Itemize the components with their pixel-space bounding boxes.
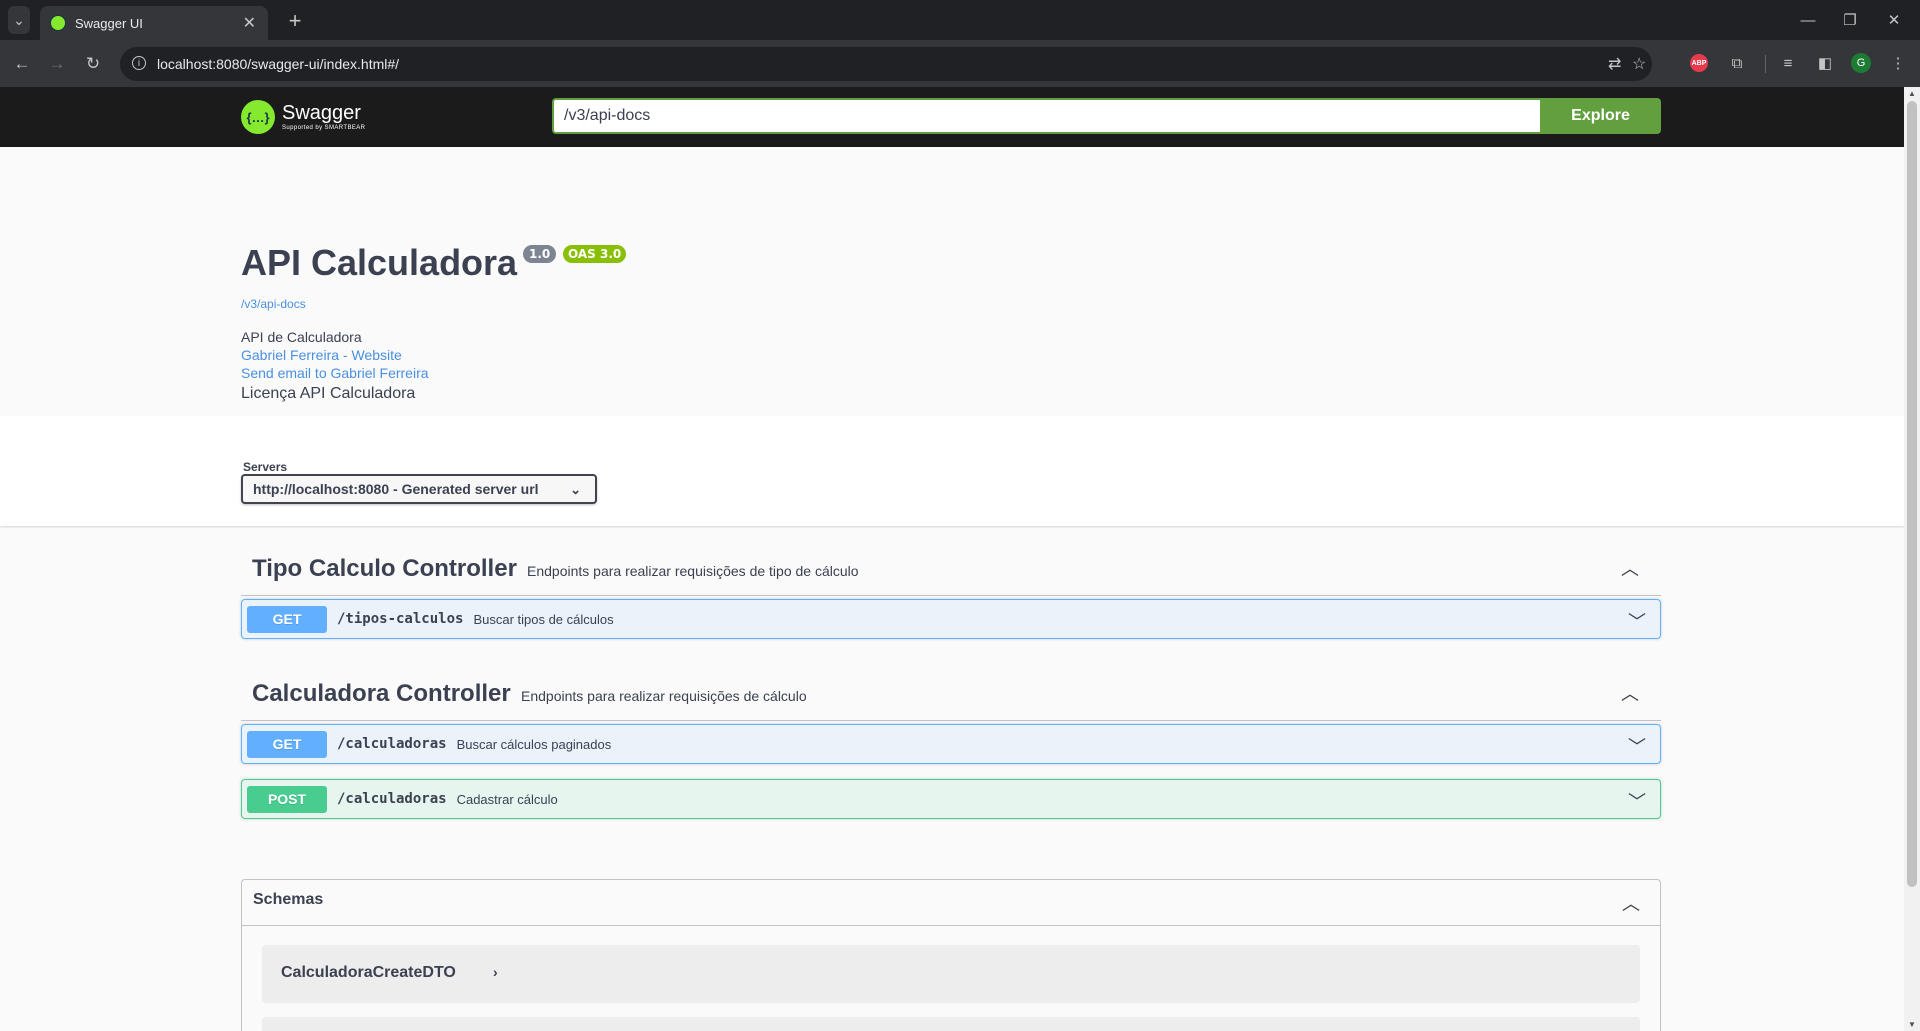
profile-initial: G [1851,53,1871,73]
forward-arrow-icon: → [48,54,66,73]
servers-select[interactable]: http://localhost:8080 - Generated server… [241,474,597,504]
servers-section: Servers http://localhost:8080 - Generate… [0,416,1904,526]
page-scrollbar[interactable]: ▲ ▼ [1904,87,1920,1031]
extensions-puzzle-icon[interactable]: ⧉ [1726,52,1748,74]
explore-button[interactable]: Explore [1540,98,1661,134]
opblock-get-calculadoras[interactable]: GET /calculadoras Buscar cálculos pagina… [241,724,1661,764]
oas-badge: OAS 3.0 [563,245,627,263]
contact-email-link[interactable]: Send email to Gabriel Ferreira [241,365,429,381]
tag-name: Tipo Calculo Controller [252,555,517,582]
operation-summary: Cadastrar cálculo [456,791,558,807]
browser-menu-kebab-icon[interactable]: ⋮ [1887,52,1909,74]
api-title: API Calculadora [241,242,518,283]
adblock-plus-badge: ABP [1690,54,1708,72]
swagger-favicon-icon [50,15,66,31]
operation-summary: Buscar cálculos paginados [456,736,612,752]
spec-url-form: Explore [552,98,1661,134]
opblock-get-tipos-calculos[interactable]: GET /tipos-calculos Buscar tipos de cálc… [241,599,1661,639]
chevron-up-icon[interactable]: ︿ [1621,680,1639,706]
chevron-up-icon[interactable]: ︿ [1622,890,1640,916]
site-info-icon[interactable]: i [132,56,146,70]
chevron-down-icon[interactable]: ﹀ [1628,733,1646,759]
contact-website-link[interactable]: Gabriel Ferreira - Website [241,347,402,363]
restore-window-icon[interactable]: ❐ [1838,8,1862,32]
model-next-partial[interactable] [262,1017,1640,1031]
swagger-logo-icon: {…} [241,100,275,134]
api-description: API de Calculadora [241,329,362,345]
schemas-header[interactable]: Schemas ︿ [242,880,1660,926]
tab-close-icon[interactable]: ✕ [243,13,256,33]
operation-summary: Buscar tipos de cálculos [473,611,614,627]
tab-search-chevron-icon[interactable]: ⌄ [8,6,30,34]
scroll-up-arrow-icon[interactable]: ▲ [1908,89,1916,98]
swagger-topbar: {…} Swagger Supported by SMARTBEAR Explo… [0,87,1904,147]
reading-list-icon[interactable]: ≡ [1777,52,1799,74]
reload-icon[interactable]: ↻ [80,51,106,77]
bookmark-star-icon[interactable]: ☆ [1632,54,1646,74]
tab-title: Swagger UI [75,15,143,31]
tag-description: Endpoints para realizar requisições de c… [521,688,807,704]
model-name: CalculadoraCreateDTO [281,964,456,981]
translate-icon[interactable]: ⇄ [1608,54,1621,74]
schemas-section: Schemas ︿ CalculadoraCreateDTO › [241,879,1661,1031]
schemas-title: Schemas [253,891,324,908]
close-window-icon[interactable]: ✕ [1882,8,1906,32]
browser-tab-swagger-ui[interactable]: Swagger UI ✕ [40,6,268,40]
license-text: Licença API Calculadora [241,385,416,402]
back-arrow-icon[interactable]: ← [9,51,35,77]
profile-avatar[interactable]: G [1850,52,1872,74]
method-badge: GET [247,730,327,758]
new-tab-button[interactable]: + [282,8,308,34]
version-badge: 1.0 [523,245,557,263]
servers-label: Servers [243,460,288,474]
chevron-down-icon[interactable]: ﹀ [1628,608,1646,634]
servers-selected-value: http://localhost:8080 - Generated server… [253,481,539,497]
swagger-logo[interactable]: {…} Swagger Supported by SMARTBEAR [241,97,365,137]
scrollbar-thumb[interactable] [1907,101,1917,887]
chevron-right-icon[interactable]: › [493,964,498,980]
chevron-up-icon[interactable]: ︿ [1621,555,1639,581]
tag-description: Endpoints para realizar requisições de t… [527,563,859,579]
minimize-window-icon[interactable]: — [1796,8,1820,32]
chevron-down-icon[interactable]: ﹀ [1628,788,1646,814]
adblock-plus-icon[interactable]: ABP [1688,52,1710,74]
swagger-logo-name: Swagger [282,102,361,124]
tag-name: Calculadora Controller [252,680,511,707]
url-text[interactable]: localhost:8080/swagger-ui/index.html#/ [157,56,399,72]
spec-url-link[interactable]: /v3/api-docs [241,297,306,311]
model-calculadora-create-dto[interactable]: CalculadoraCreateDTO › [262,945,1640,1003]
operation-path: /calculadoras [337,791,447,807]
swagger-logo-subtitle: Supported by SMARTBEAR [282,125,366,131]
page-viewport: {…} Swagger Supported by SMARTBEAR Explo… [0,87,1904,1031]
chevron-down-icon: ⌄ [570,482,581,497]
tag-header[interactable]: Tipo Calculo Controller Endpoints para r… [241,543,1661,596]
toolbar-divider [1765,55,1766,73]
scroll-down-arrow-icon[interactable]: ▼ [1908,1020,1916,1029]
browser-toolbar: ← → ↻ i localhost:8080/swagger-ui/index.… [0,40,1920,87]
tag-header[interactable]: Calculadora Controller Endpoints para re… [241,668,1661,721]
operation-path: /tipos-calculos [337,611,464,627]
method-badge: GET [247,605,327,633]
opblock-post-calculadoras[interactable]: POST /calculadoras Cadastrar cálculo ﹀ [241,779,1661,819]
spec-url-input[interactable] [552,98,1540,134]
operation-path: /calculadoras [337,736,447,752]
browser-tab-strip: ⌄ Swagger UI ✕ + — ❐ ✕ [0,0,1920,40]
address-bar[interactable]: i localhost:8080/swagger-ui/index.html#/… [120,47,1652,81]
method-badge: POST [247,785,327,813]
side-panel-icon[interactable]: ◧ [1814,52,1836,74]
